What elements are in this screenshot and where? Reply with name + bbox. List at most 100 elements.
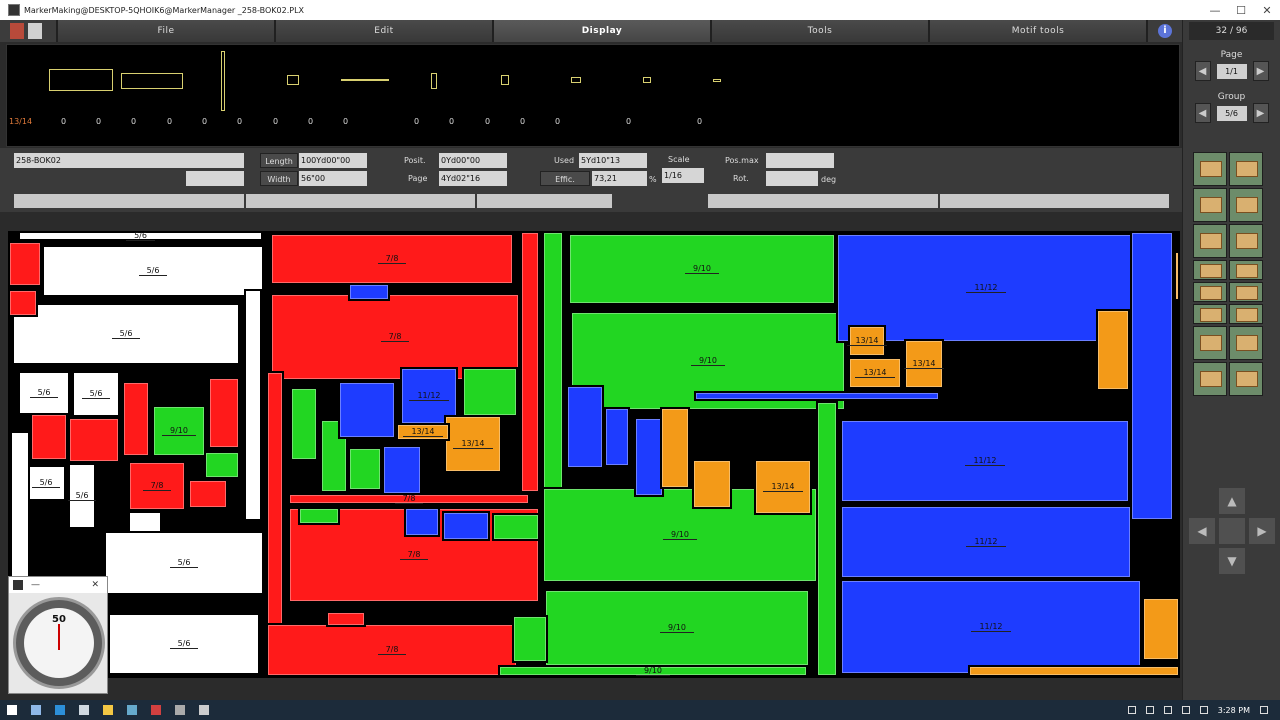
marker-piece[interactable]: 5/6: [108, 613, 260, 675]
marker-piece[interactable]: [604, 407, 630, 467]
minimize-button[interactable]: —: [1202, 4, 1228, 17]
page-field[interactable]: 4Yd02"16: [439, 171, 507, 186]
split-tool-icon[interactable]: [1229, 304, 1263, 324]
marker-piece[interactable]: 9/10: [568, 233, 836, 305]
marker-piece[interactable]: 5/6: [18, 371, 70, 415]
marker-piece[interactable]: [298, 507, 340, 525]
preview-piece[interactable]: [431, 73, 437, 89]
posmax-field[interactable]: [766, 153, 834, 168]
marker-piece[interactable]: 7/8: [270, 233, 514, 285]
marker-piece[interactable]: [244, 289, 262, 521]
notification-icon[interactable]: [1260, 706, 1268, 714]
wifi-icon[interactable]: [1181, 706, 1190, 714]
marker-piece[interactable]: 11/12: [840, 505, 1132, 579]
auto-nest-tool-icon[interactable]: [1193, 326, 1227, 360]
group-prev-button[interactable]: ◀: [1194, 103, 1211, 123]
preview-piece[interactable]: [501, 75, 509, 85]
effic-field[interactable]: 73,21: [592, 171, 647, 186]
marker-piece[interactable]: [382, 445, 422, 495]
menu-motif-tools[interactable]: Motif tools: [928, 20, 1146, 42]
task-view-icon[interactable]: [24, 700, 48, 720]
efficiency-gauge-window[interactable]: — ✕ 50: [8, 576, 108, 694]
marker-piece[interactable]: 5/6: [72, 371, 120, 417]
file-explorer-icon[interactable]: [96, 700, 120, 720]
marker-piece[interactable]: 5/6: [67, 463, 97, 529]
buffer-tool-icon[interactable]: [1229, 362, 1263, 396]
preview-piece[interactable]: [287, 75, 299, 85]
marker-piece[interactable]: [204, 451, 240, 479]
flip-tool-icon[interactable]: [1193, 188, 1227, 222]
battery-icon[interactable]: [1199, 706, 1208, 714]
marker-piece[interactable]: [290, 387, 318, 461]
marker-piece[interactable]: [8, 289, 38, 317]
scale-field[interactable]: 1/16: [662, 168, 704, 183]
marker-piece[interactable]: 13/14: [847, 325, 887, 357]
rot-field[interactable]: [766, 171, 818, 186]
marker-piece[interactable]: 9/10: [152, 405, 206, 457]
marker-piece[interactable]: [816, 401, 838, 677]
marker-sub-field[interactable]: [186, 171, 244, 186]
tool-app-icon[interactable]: [120, 700, 144, 720]
marker-piece[interactable]: [442, 511, 490, 541]
marker-piece[interactable]: [566, 385, 604, 469]
menu-display[interactable]: Display: [492, 20, 710, 42]
used-field[interactable]: 5Yd10"13: [579, 153, 647, 168]
close-button[interactable]: ✕: [1254, 4, 1280, 17]
marker-canvas[interactable]: 5/6 5/6 5/6 5/6 5/6 5/6 5/6 5/6 5/6 7/8 …: [8, 231, 1180, 678]
marker-piece[interactable]: 13/14: [754, 459, 812, 515]
marker-piece[interactable]: 13/14: [444, 415, 502, 473]
marker-piece[interactable]: [338, 381, 396, 439]
marker-piece[interactable]: [1142, 597, 1180, 661]
rotate-up-tool-icon[interactable]: [1193, 152, 1227, 186]
plotter-app-icon[interactable]: [192, 700, 216, 720]
volume-icon[interactable]: [1163, 706, 1172, 714]
scroll-up-button[interactable]: ▲: [1219, 488, 1245, 514]
marker-piece[interactable]: 13/14: [848, 357, 902, 389]
menu-edit[interactable]: Edit: [274, 20, 492, 42]
align-tool-icon[interactable]: [1193, 282, 1227, 302]
page-next-button[interactable]: ▶: [1252, 61, 1269, 81]
menu-tools[interactable]: Tools: [710, 20, 928, 42]
marker-piece[interactable]: [520, 231, 540, 493]
marker-piece[interactable]: [326, 611, 366, 627]
settings-tool-icon[interactable]: [1229, 326, 1263, 360]
marker-piece[interactable]: 5/6: [104, 531, 264, 595]
marker-piece[interactable]: [348, 283, 390, 301]
marker-piece[interactable]: [492, 513, 540, 541]
tray-arrow-icon[interactable]: [1127, 706, 1136, 714]
network-icon[interactable]: [1145, 706, 1154, 714]
marker-piece[interactable]: [462, 367, 518, 417]
marker-piece[interactable]: [68, 417, 120, 463]
menu-file[interactable]: File: [56, 20, 274, 42]
preview-piece[interactable]: [121, 73, 183, 89]
scroll-center-button[interactable]: [1219, 518, 1245, 544]
width-field[interactable]: 56"00: [299, 171, 367, 186]
scroll-down-button[interactable]: ▼: [1219, 548, 1245, 574]
rotate-right-tool-icon[interactable]: [1229, 152, 1263, 186]
zoom-tool-icon[interactable]: [1193, 260, 1227, 280]
machine-icon[interactable]: [28, 23, 42, 39]
page-prev-button[interactable]: ◀: [1194, 61, 1211, 81]
clock[interactable]: 3:28 PM: [1218, 706, 1250, 715]
marker-piece[interactable]: 9/10: [498, 665, 808, 677]
preview-piece[interactable]: [643, 77, 651, 83]
marker-piece[interactable]: 5/6: [26, 465, 66, 501]
swap-tool-icon[interactable]: [1229, 282, 1263, 302]
marker-piece[interactable]: [692, 459, 732, 509]
marker-piece[interactable]: 5/6: [18, 231, 263, 241]
length-field[interactable]: 100Yd00"00: [299, 153, 367, 168]
scroll-left-button[interactable]: ◀: [1189, 518, 1215, 544]
group-next-button[interactable]: ▶: [1252, 103, 1269, 123]
marker-piece[interactable]: [694, 391, 940, 401]
group-tool-icon[interactable]: [1193, 224, 1227, 258]
move-tool-icon[interactable]: [1193, 304, 1227, 324]
preview-piece[interactable]: [571, 77, 581, 83]
fabric-tool-icon[interactable]: [1193, 362, 1227, 396]
gauge-minimize-button[interactable]: —: [31, 580, 40, 590]
marker-piece[interactable]: [1096, 309, 1130, 391]
marker-piece[interactable]: 9/10: [544, 589, 810, 667]
piece-tool-icon[interactable]: [1229, 260, 1263, 280]
marker-piece[interactable]: 13/14: [904, 339, 944, 389]
marker-piece[interactable]: [1174, 251, 1180, 301]
edge-icon[interactable]: [48, 700, 72, 720]
